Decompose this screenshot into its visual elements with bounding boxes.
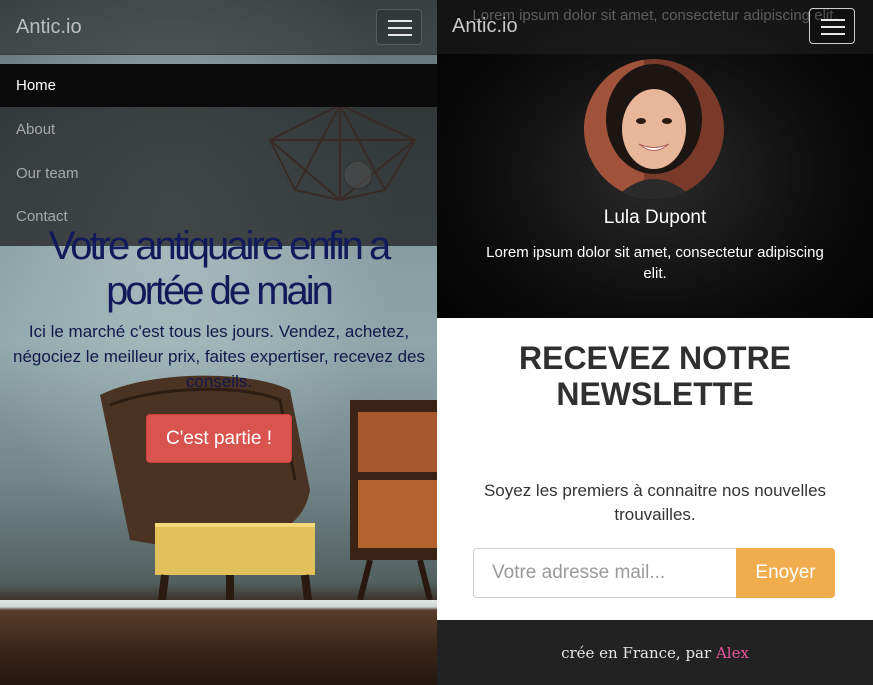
mobile-home-view: Antic.io Home About Our team Contact Vot… (0, 0, 437, 685)
brand-logo[interactable]: Antic.io (16, 16, 82, 39)
page: Antic.io Home About Our team Contact Vot… (0, 0, 873, 685)
mobile-team-newsletter-view: Lorem ipsum dolor sit amet, consectetur … (437, 0, 873, 685)
newsletter-text: Soyez les premiers à connaitre nos nouve… (483, 481, 827, 524)
author-link[interactable]: Alex (716, 644, 749, 662)
top-navbar: Antic.io (0, 0, 437, 55)
nav-item-our-team[interactable]: Our team (16, 165, 79, 182)
hamburger-icon (821, 19, 845, 21)
nav-item-home[interactable]: Home (16, 77, 56, 94)
nav-item-about[interactable]: About (16, 121, 55, 138)
hero-title: Votre antiquaire enfin a portée de main (48, 224, 391, 313)
nav-menu: Home About Our team Contact (0, 64, 437, 246)
hero-text: Ici le marché c'est tous les jours. Vend… (13, 322, 425, 391)
brand-logo[interactable]: Antic.io (452, 15, 518, 38)
nav-item-contact[interactable]: Contact (16, 208, 68, 225)
member-name: Lula Dupont (603, 207, 707, 228)
cta-button[interactable]: C'est partie ! (146, 414, 292, 463)
nav-item-active-highlight (0, 64, 437, 107)
cabinet-illustration (350, 400, 437, 600)
newsletter-title: RECEVEZ NOTRE NEWSLETTE (518, 340, 792, 412)
footer-text: crée en France, par Alex (437, 644, 873, 662)
subscribe-button[interactable]: Enoyer (736, 548, 835, 598)
hamburger-icon (388, 20, 412, 22)
member-avatar (584, 59, 724, 199)
newsletter-form: Enoyer (473, 548, 835, 598)
menu-toggle-button[interactable] (376, 9, 422, 45)
email-input[interactable] (473, 548, 737, 598)
member-bio: Lorem ipsum dolor sit amet, consectetur … (486, 244, 824, 282)
team-section: Lorem ipsum dolor sit amet, consectetur … (437, 0, 873, 318)
footer-credit: crée en France, par (561, 644, 716, 662)
top-navbar-overlay: Antic.io (437, 0, 873, 54)
footer: crée en France, par Alex (437, 620, 873, 685)
menu-toggle-button[interactable] (809, 8, 855, 44)
